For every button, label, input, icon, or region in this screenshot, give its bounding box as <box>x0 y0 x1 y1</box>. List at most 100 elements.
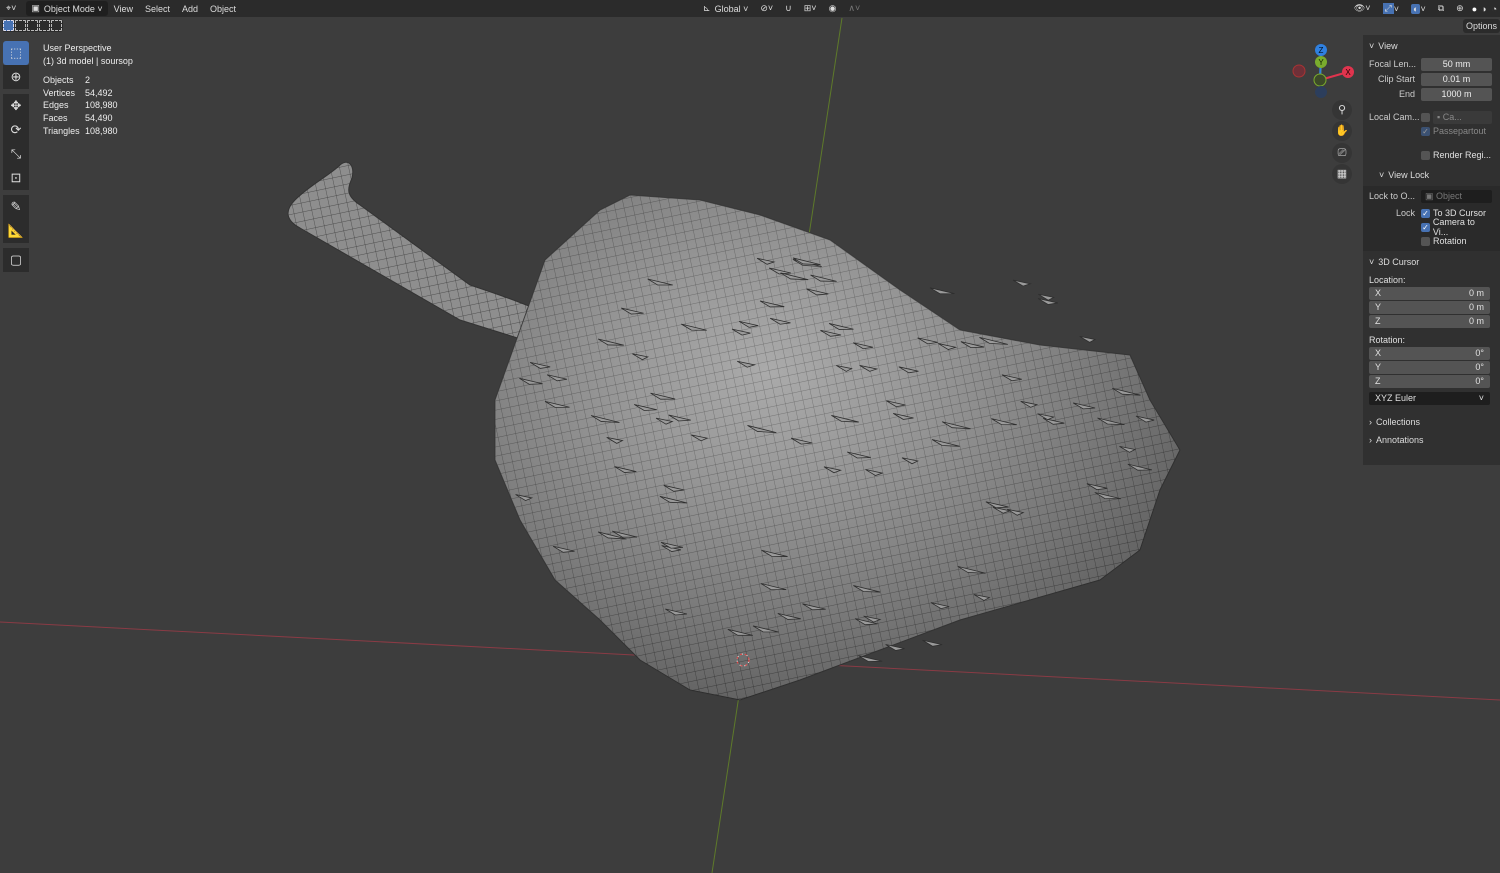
cursor-rot-z-field[interactable]: Z 0° <box>1369 375 1490 388</box>
lock-to-object-label: Lock to O... <box>1369 191 1416 201</box>
lock-rotation-checkbox[interactable] <box>1421 236 1430 246</box>
editor-type-button[interactable]: ⌖˅ <box>0 1 22 16</box>
visibility-dropdown[interactable]: 👁˅ <box>1348 1 1377 16</box>
menu-select[interactable]: Select <box>139 1 176 16</box>
stat-row: Edges 108,980 <box>43 99 133 112</box>
ruler-icon: 📐 <box>7 223 25 238</box>
falloff-dropdown[interactable]: ∧˅ <box>842 1 866 16</box>
move-tool[interactable]: ✥ <box>3 94 29 118</box>
transform-orientation-icon: ⊾ <box>703 3 711 13</box>
selection-mode-buttons <box>2 19 63 32</box>
pivot-dropdown[interactable]: ⊘˅ <box>754 1 779 16</box>
spike <box>929 287 955 295</box>
rotation-mode-value: XYZ Euler <box>1375 393 1417 403</box>
render-region-checkbox[interactable] <box>1421 150 1430 160</box>
object-mode-icon: ▣ <box>31 3 40 13</box>
pan-view-button[interactable]: ✋ <box>1332 121 1352 141</box>
spike <box>858 655 883 662</box>
orientation-label: Global <box>714 3 741 14</box>
shading-material[interactable]: ◑ <box>1479 1 1488 16</box>
camera-to-view-checkbox[interactable]: ✓ <box>1421 222 1430 232</box>
measure-tool[interactable]: 📐 <box>3 219 29 243</box>
passepartout-checkbox[interactable]: ✓ <box>1421 126 1430 136</box>
snap-target-dropdown[interactable]: ⊞˅ <box>798 1 823 16</box>
transform-icon: ⊡ <box>10 170 22 185</box>
eye-icon: 👁˅ <box>1353 3 1371 13</box>
view-section-header[interactable]: ˅ View <box>1363 35 1500 57</box>
local-camera-checkbox[interactable] <box>1421 112 1430 122</box>
axis-label: X <box>1375 288 1382 298</box>
scale-tool[interactable]: ⤡ <box>3 142 29 166</box>
select-box-tool[interactable]: ⬚ <box>3 41 29 65</box>
rotation-label: Rotation: <box>1369 335 1406 345</box>
axis-label: X <box>1375 348 1382 358</box>
xray-toggle[interactable]: ⧉ <box>1432 1 1450 16</box>
xray-icon: ⧉ <box>1437 3 1445 13</box>
rotation-mode-dropdown[interactable]: XYZ Euler ˅ <box>1369 392 1490 405</box>
add-cube-tool[interactable]: ▢ <box>3 248 29 272</box>
select-box-icon: ⬚ <box>9 45 23 60</box>
mode-label: Object Mode <box>43 3 95 14</box>
chevron-down-icon: ˅ <box>1369 257 1375 267</box>
section-title: Annotations <box>1376 435 1424 445</box>
stat-value: 54,492 <box>85 87 113 98</box>
shading-rendered[interactable]: ◔ <box>1489 1 1500 16</box>
menu-view[interactable]: View <box>108 1 139 16</box>
zoom-view-button[interactable]: ⚲ <box>1332 100 1352 120</box>
mode-dropdown[interactable]: ▣ Object Mode ˅ <box>26 1 108 16</box>
navigation-gizmo[interactable]: X Y Z <box>1290 42 1354 102</box>
rotate-tool[interactable]: ⟳ <box>3 118 29 142</box>
options-button[interactable]: Options <box>1462 19 1500 33</box>
snap-toggle[interactable]: ∪ <box>779 1 798 16</box>
axis-value: 0 m <box>1468 288 1484 298</box>
cursor-loc-y-field[interactable]: Y 0 m <box>1369 301 1490 314</box>
neg-z-axis-dot <box>1315 86 1327 98</box>
lock-to-object-field[interactable]: ▣ Object <box>1421 189 1492 203</box>
cursor-tool[interactable]: ⊕ <box>3 65 29 89</box>
select-subtract-button[interactable] <box>27 20 38 31</box>
transform-tool[interactable]: ⊡ <box>3 166 29 190</box>
cursor-rot-y-field[interactable]: Y 0° <box>1369 361 1490 374</box>
grid-icon: ▦ <box>1336 168 1348 180</box>
stat-label: Triangles <box>43 125 80 136</box>
local-camera-field[interactable]: ▪ Ca... <box>1433 110 1492 124</box>
camera-view-button[interactable]: ⎚ <box>1332 143 1352 163</box>
chevron-down-icon: ˅ <box>1478 393 1484 403</box>
overlay-toggle[interactable]: ◐ ˅ <box>1405 1 1432 16</box>
clip-end-label: End <box>1398 89 1415 99</box>
axis-value: 0 m <box>1468 316 1484 326</box>
collections-section-header[interactable]: › Collections <box>1363 411 1500 433</box>
select-extend-button[interactable] <box>15 20 26 31</box>
orientation-dropdown[interactable]: ⊾ Global ˅ <box>697 1 754 16</box>
perspective-toggle-button[interactable]: ▦ <box>1332 164 1352 184</box>
clip-start-field[interactable]: 0.01 m <box>1421 72 1492 86</box>
view-lock-section-header[interactable]: ˅ View Lock <box>1363 164 1500 186</box>
lock-to-cursor-checkbox[interactable]: ✓ <box>1421 208 1430 218</box>
viewport-scene[interactable] <box>0 0 1500 873</box>
annotations-section-header[interactable]: › Annotations <box>1363 433 1500 451</box>
clip-end-field[interactable]: 1000 m <box>1421 87 1492 101</box>
stat-row: Objects 2 <box>43 74 133 87</box>
menu-object[interactable]: Object <box>204 1 242 16</box>
snap-increment-icon: ⊞˅ <box>803 3 817 13</box>
select-intersect-button[interactable] <box>51 20 62 31</box>
cursor-rot-x-field[interactable]: X 0° <box>1369 347 1490 360</box>
proportional-edit-toggle[interactable]: ◉ <box>823 1 843 16</box>
annotate-tool[interactable]: ✎ <box>3 195 29 219</box>
falloff-curve-icon: ∧˅ <box>848 3 861 13</box>
cursor-icon: ⊕ <box>10 69 22 84</box>
shading-wireframe[interactable]: ⊕ <box>1450 1 1470 16</box>
3d-cursor-section-header[interactable]: ˅ 3D Cursor <box>1363 251 1500 273</box>
select-new-button[interactable] <box>3 20 14 31</box>
chevron-right-icon: › <box>1369 417 1372 427</box>
axis-value: 0 m <box>1468 302 1484 312</box>
clip-start-label: Clip Start <box>1377 74 1415 84</box>
shading-solid[interactable]: ● <box>1470 1 1479 16</box>
focal-length-field[interactable]: 50 mm <box>1421 57 1492 71</box>
cursor-loc-x-field[interactable]: X 0 m <box>1369 287 1490 300</box>
cursor-loc-z-field[interactable]: Z 0 m <box>1369 315 1490 328</box>
magnifier-icon: ⚲ <box>1337 104 1347 116</box>
menu-add[interactable]: Add <box>176 1 204 16</box>
gizmo-toggle[interactable]: ⤢ ˅ <box>1377 1 1405 16</box>
select-invert-button[interactable] <box>39 20 50 31</box>
